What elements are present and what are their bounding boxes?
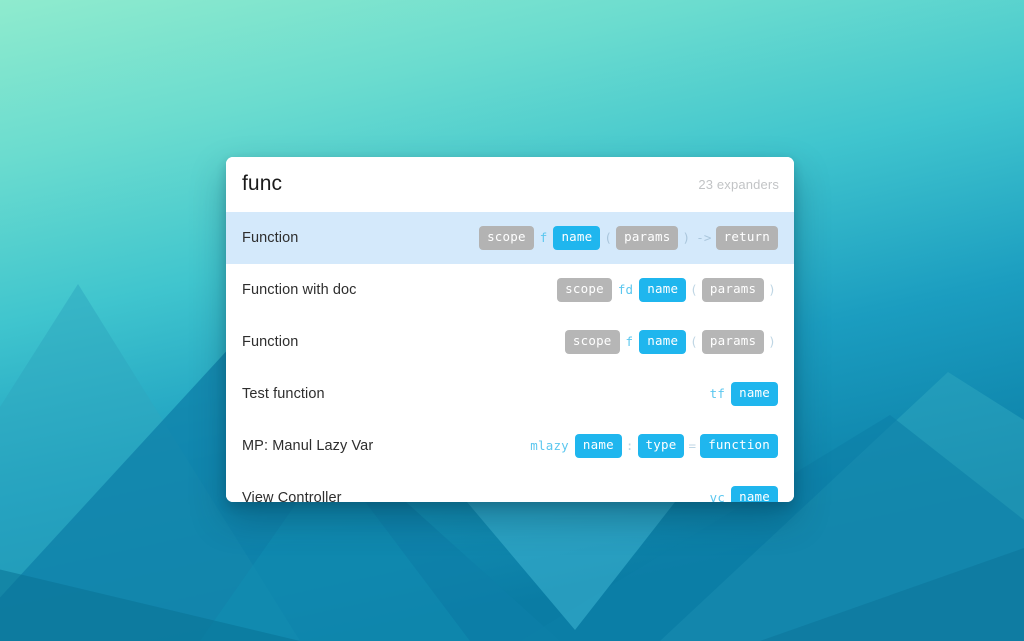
- expander-row-label: MP: Manul Lazy Var: [242, 438, 374, 454]
- snippet-token-chip-gray: return: [715, 226, 778, 250]
- expander-row-snippet: scope f name(params): [564, 330, 779, 354]
- snippet-token-punct: =: [688, 437, 697, 453]
- snippet-token-chip-blue: name: [574, 434, 622, 458]
- snippet-token-chip-gray: params: [701, 278, 765, 302]
- snippet-token-plain: vc: [709, 489, 726, 502]
- snippet-token-plain: fd: [617, 281, 634, 297]
- expander-row-label: View Controller: [242, 490, 342, 502]
- expander-row[interactable]: View Controller vc name: [226, 472, 794, 502]
- expander-row-label: Function: [242, 334, 299, 350]
- snippet-token-punct: ): [768, 281, 776, 297]
- page-title: func: [242, 172, 283, 195]
- expander-row[interactable]: MP: Manul Lazy Var mlazy name: type = functio…: [226, 420, 794, 472]
- snippet-token-chip-blue: name: [731, 382, 778, 406]
- expander-list: Function scope f name(params) -> return Functi…: [226, 212, 794, 502]
- snippet-token-plain: f: [625, 333, 634, 349]
- expander-row-snippet: scope fd name(params): [556, 278, 779, 302]
- snippet-token-punct: (: [690, 281, 698, 297]
- snippet-token-chip-blue: name: [553, 226, 601, 250]
- snippet-token-chip-gray: scope: [564, 330, 620, 354]
- snippet-token-plain: mlazy: [530, 437, 569, 453]
- desktop-wallpaper: func 23 expanders Function scope f name(par…: [0, 0, 1024, 641]
- snippet-token-chip-gray: scope: [557, 278, 612, 302]
- expander-row-label: Test function: [242, 386, 325, 402]
- expander-row-snippet: tf name: [705, 382, 779, 406]
- expander-row-snippet: mlazy name: type = function: [525, 434, 779, 458]
- snippet-token-chip-gray: scope: [479, 226, 534, 250]
- expander-row[interactable]: Function with doc scope fd name(params): [226, 264, 794, 316]
- expander-row[interactable]: Function scope f name(params): [226, 316, 794, 368]
- snippet-token-punct: ): [682, 229, 691, 245]
- expander-row[interactable]: Function scope f name(params) -> return: [226, 212, 794, 264]
- expander-row-label: Function: [242, 230, 299, 246]
- snippet-token-chip-blue: name: [639, 330, 687, 354]
- snippet-token-punct: ): [768, 333, 776, 349]
- snippet-token-chip-blue: name: [639, 278, 687, 302]
- snippet-token-chip-gray: params: [616, 226, 679, 250]
- expander-count-label: 23 expanders: [698, 177, 779, 192]
- expander-row-label: Function with doc: [242, 282, 357, 298]
- snippet-token-punct: ->: [696, 229, 712, 245]
- expander-row-snippet: vc name: [705, 486, 779, 502]
- snippet-token-plain: f: [539, 229, 548, 245]
- panel-header: func 23 expanders: [226, 157, 794, 212]
- snippet-token-punct: (: [604, 229, 613, 245]
- snippet-token-chip-blue: function: [700, 434, 778, 458]
- snippet-token-punct: (: [690, 333, 698, 349]
- snippet-token-chip-gray: params: [701, 330, 765, 354]
- expander-row-snippet: scope f name(params) -> return: [478, 226, 779, 250]
- expander-row[interactable]: Test function tf name: [226, 368, 794, 420]
- expander-panel: func 23 expanders Function scope f name(par…: [226, 157, 794, 502]
- snippet-token-chip-blue: name: [731, 486, 778, 502]
- snippet-token-punct: :: [625, 437, 634, 453]
- snippet-token-chip-blue: type: [637, 434, 685, 458]
- snippet-token-plain: tf: [709, 385, 726, 401]
